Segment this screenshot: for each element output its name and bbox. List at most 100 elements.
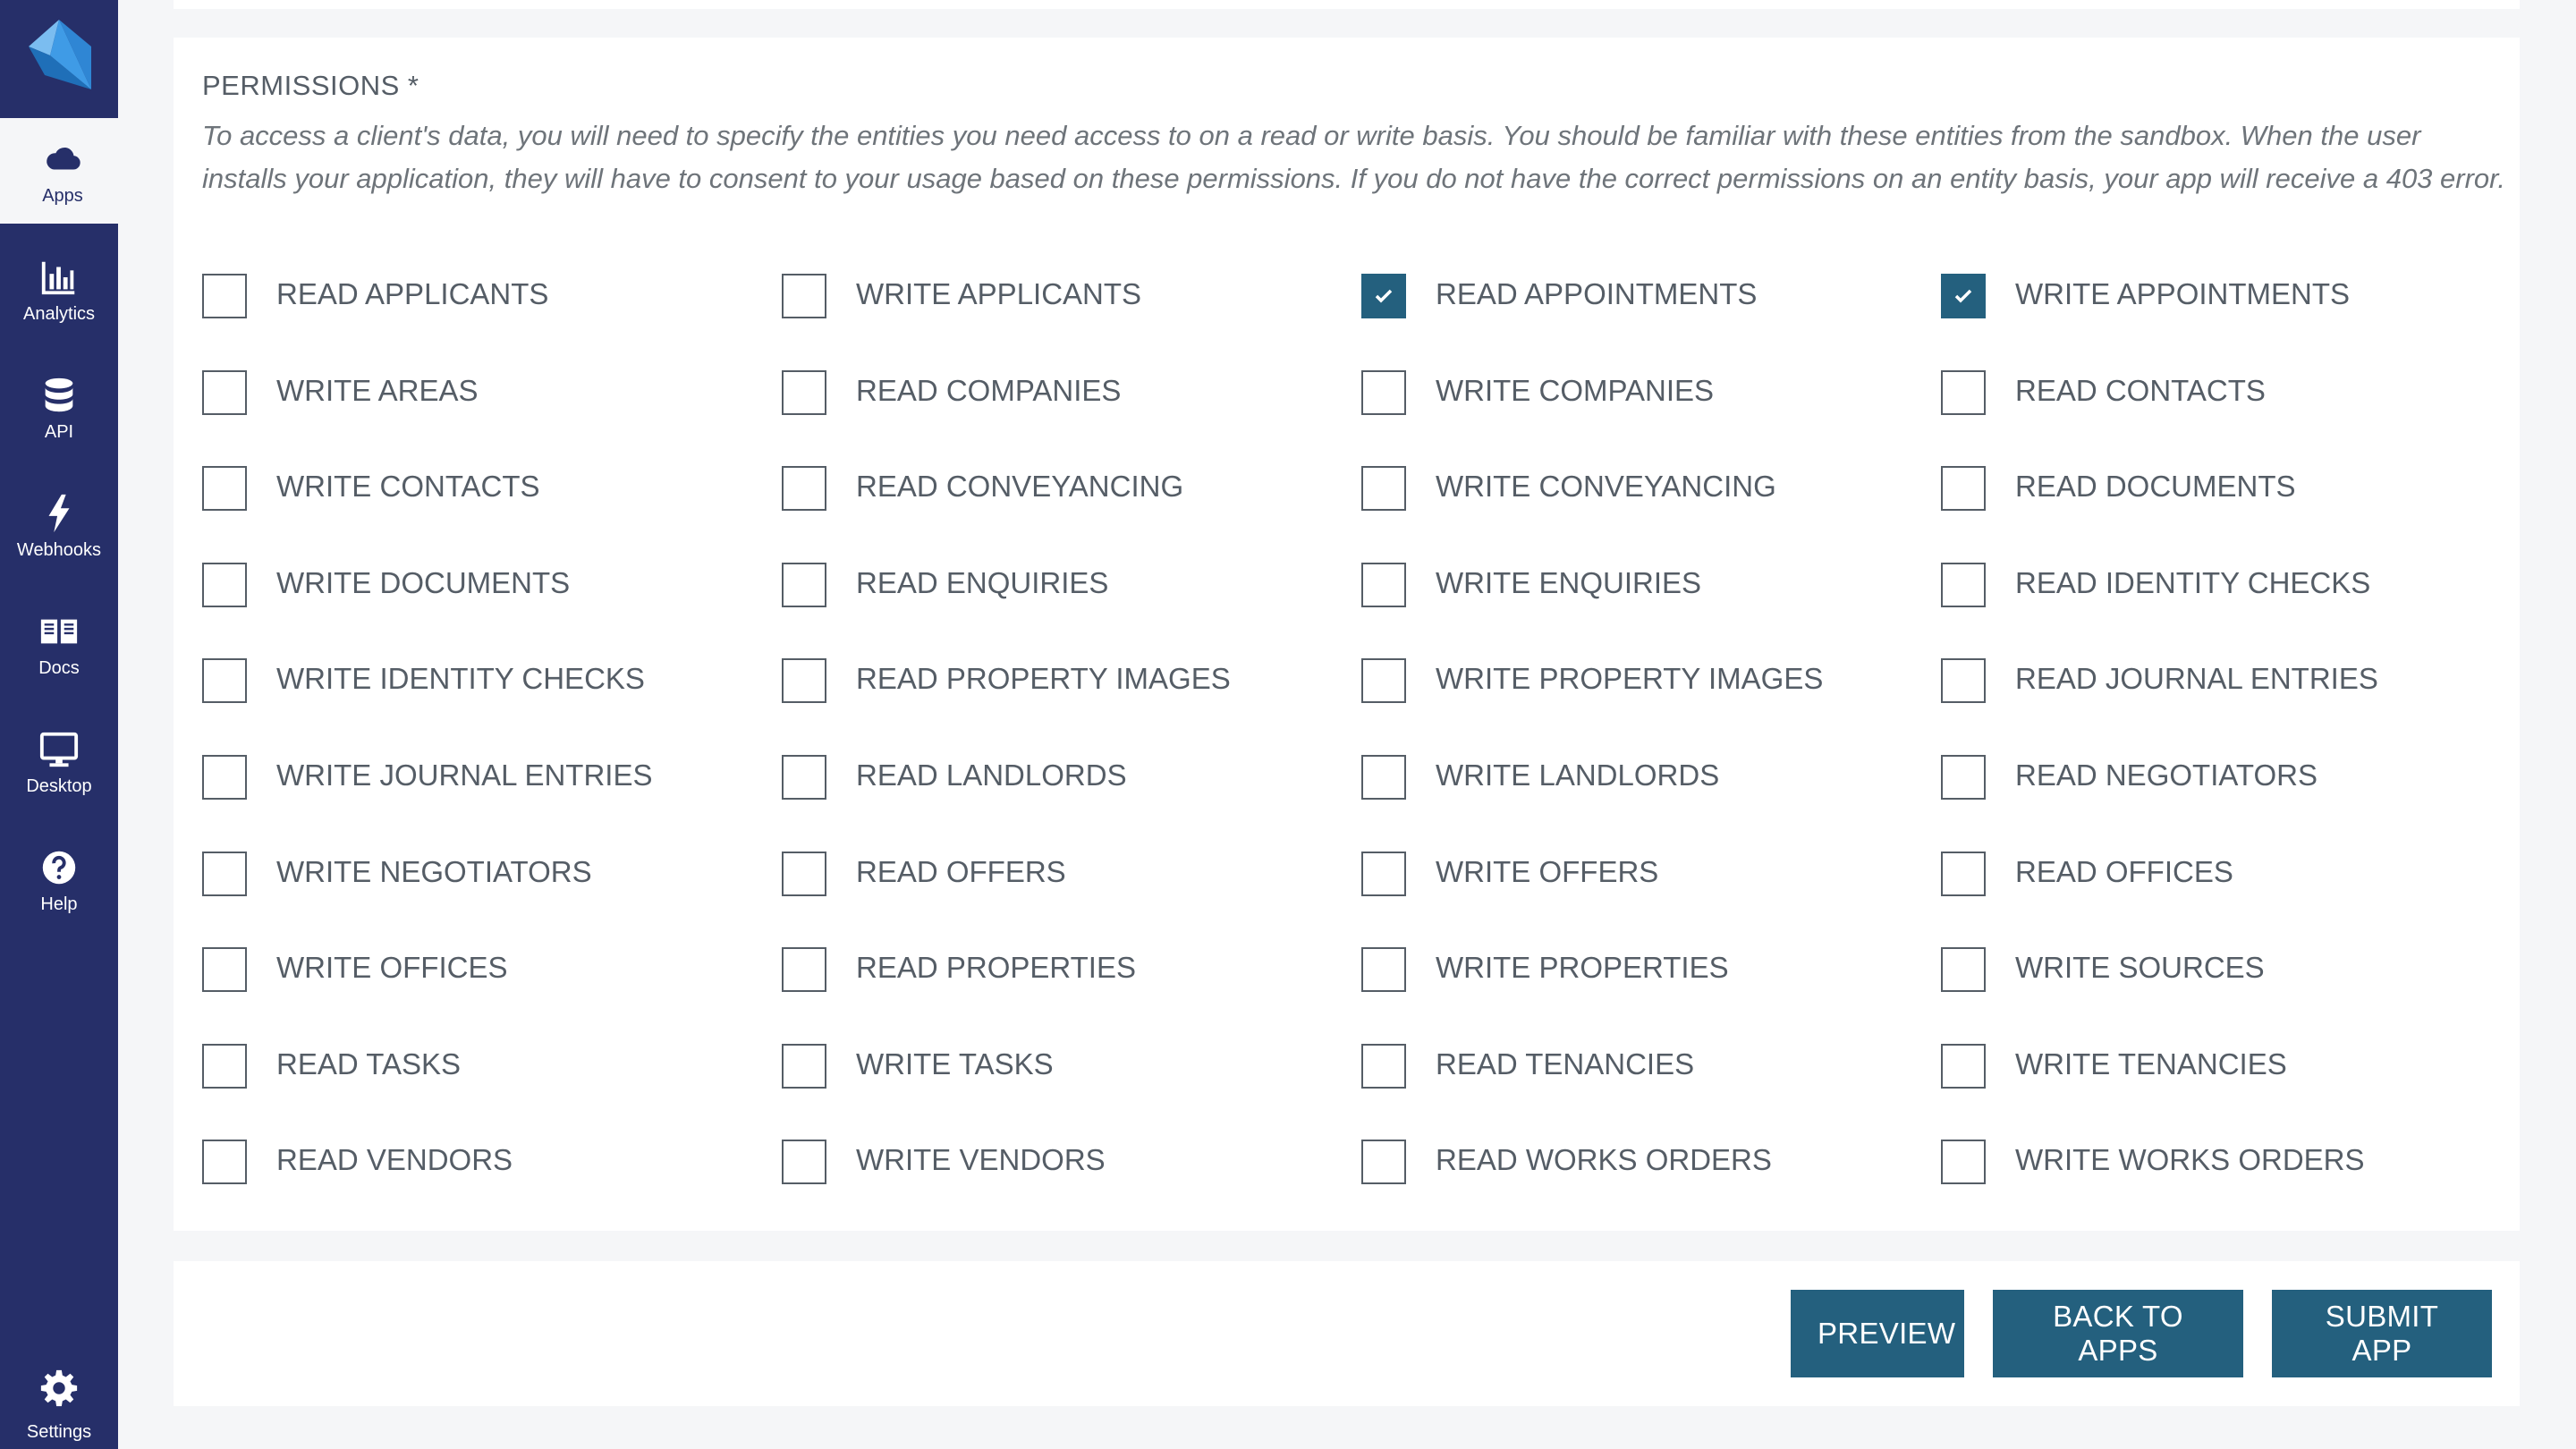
permission-label: WRITE SOURCES <box>2015 951 2265 985</box>
permission-option[interactable]: READ CONVEYANCING <box>782 464 1361 561</box>
permission-checkbox[interactable] <box>202 754 247 800</box>
permission-option[interactable]: WRITE ENQUIRIES <box>1361 561 1941 657</box>
permission-label: WRITE COMPANIES <box>1436 373 1715 407</box>
permission-option[interactable]: READ CONTACTS <box>1941 369 2521 465</box>
permission-option[interactable]: READ JOURNAL ENTRIES <box>1941 657 2521 753</box>
permission-option[interactable]: READ VENDORS <box>202 1138 782 1234</box>
permission-option[interactable]: READ OFFERS <box>782 850 1361 946</box>
permission-checkbox[interactable] <box>1941 274 1986 318</box>
permission-checkbox[interactable] <box>782 947 826 993</box>
cloud-icon <box>4 140 122 179</box>
permission-checkbox[interactable] <box>782 369 826 415</box>
permission-option[interactable]: READ WORKS ORDERS <box>1361 1138 1941 1234</box>
permission-option[interactable]: READ COMPANIES <box>782 369 1361 465</box>
permission-option[interactable]: WRITE APPLICANTS <box>782 272 1361 369</box>
permission-option[interactable]: READ DOCUMENTS <box>1941 464 2521 561</box>
permission-option[interactable]: WRITE PROPERTIES <box>1361 945 1941 1042</box>
permission-option[interactable]: WRITE WORKS ORDERS <box>1941 1138 2521 1234</box>
permission-checkbox[interactable] <box>202 466 247 512</box>
permission-checkbox[interactable] <box>1361 274 1406 318</box>
permission-option[interactable]: WRITE COMPANIES <box>1361 369 1941 465</box>
permission-checkbox[interactable] <box>782 274 826 318</box>
permission-option[interactable]: WRITE VENDORS <box>782 1138 1361 1234</box>
submit-app-button[interactable]: SUBMIT APP <box>2272 1290 2492 1377</box>
permission-checkbox[interactable] <box>202 851 247 896</box>
sidebar-item-docs[interactable]: Docs <box>0 590 118 696</box>
permission-checkbox[interactable] <box>1361 754 1406 800</box>
permission-checkbox[interactable] <box>782 1140 826 1185</box>
permission-checkbox[interactable] <box>1941 658 1986 704</box>
permission-checkbox[interactable] <box>202 562 247 607</box>
sidebar-item-apps[interactable]: Apps <box>0 118 122 224</box>
permission-checkbox[interactable] <box>202 274 247 318</box>
permission-option[interactable]: WRITE SOURCES <box>1941 945 2521 1042</box>
permission-option[interactable]: READ APPLICANTS <box>202 272 782 369</box>
permission-option[interactable]: WRITE TENANCIES <box>1941 1042 2521 1139</box>
permission-option[interactable]: WRITE IDENTITY CHECKS <box>202 657 782 753</box>
permission-checkbox[interactable] <box>1361 1140 1406 1185</box>
permission-checkbox[interactable] <box>1361 1043 1406 1089</box>
back-to-apps-button[interactable]: BACK TO APPS <box>1993 1290 2243 1377</box>
permission-checkbox[interactable] <box>1361 562 1406 607</box>
permission-checkbox[interactable] <box>782 562 826 607</box>
permission-checkbox[interactable] <box>782 1043 826 1089</box>
permission-checkbox[interactable] <box>1941 562 1986 607</box>
permission-option[interactable]: WRITE CONVEYANCING <box>1361 464 1941 561</box>
permission-checkbox[interactable] <box>782 466 826 512</box>
permission-option[interactable]: WRITE OFFICES <box>202 945 782 1042</box>
sidebar-item-api[interactable]: API <box>0 354 118 460</box>
permission-option[interactable]: READ TASKS <box>202 1042 782 1139</box>
permission-checkbox[interactable] <box>1361 466 1406 512</box>
permission-option[interactable]: WRITE LANDLORDS <box>1361 753 1941 850</box>
preview-button[interactable]: PREVIEW <box>1791 1290 1964 1377</box>
permission-option[interactable]: WRITE NEGOTIATORS <box>202 850 782 946</box>
permission-option[interactable]: READ LANDLORDS <box>782 753 1361 850</box>
permission-checkbox[interactable] <box>1941 754 1986 800</box>
permission-checkbox[interactable] <box>1941 947 1986 993</box>
permission-checkbox[interactable] <box>1941 1043 1986 1089</box>
permission-option[interactable]: WRITE PROPERTY IMAGES <box>1361 657 1941 753</box>
permission-checkbox[interactable] <box>1941 851 1986 896</box>
permission-checkbox[interactable] <box>202 947 247 993</box>
permission-checkbox[interactable] <box>202 658 247 704</box>
permission-option[interactable]: READ PROPERTIES <box>782 945 1361 1042</box>
permission-checkbox[interactable] <box>1361 658 1406 704</box>
permission-option[interactable]: WRITE APPOINTMENTS <box>1941 272 2521 369</box>
sidebar-item-analytics[interactable]: Analytics <box>0 236 118 342</box>
permission-option[interactable]: WRITE AREAS <box>202 369 782 465</box>
permission-label: READ OFFERS <box>856 854 1066 888</box>
permission-option[interactable]: READ TENANCIES <box>1361 1042 1941 1139</box>
permission-option[interactable]: READ OFFICES <box>1941 850 2521 946</box>
permission-option[interactable]: READ NEGOTIATORS <box>1941 753 2521 850</box>
permission-checkbox[interactable] <box>1361 851 1406 896</box>
permission-checkbox[interactable] <box>202 369 247 415</box>
permission-checkbox[interactable] <box>1941 369 1986 415</box>
permission-label: READ LANDLORDS <box>856 758 1127 792</box>
permission-checkbox[interactable] <box>1941 1140 1986 1185</box>
permission-option[interactable]: READ IDENTITY CHECKS <box>1941 561 2521 657</box>
permission-option[interactable]: READ PROPERTY IMAGES <box>782 657 1361 753</box>
sidebar-item-desktop[interactable]: Desktop <box>0 708 118 814</box>
permission-checkbox[interactable] <box>782 754 826 800</box>
sidebar-item-help[interactable]: Help <box>0 826 118 932</box>
sidebar-item-settings[interactable]: Settings <box>0 1343 118 1449</box>
permission-option[interactable]: WRITE DOCUMENTS <box>202 561 782 657</box>
permission-checkbox[interactable] <box>1941 466 1986 512</box>
permission-checkbox[interactable] <box>202 1043 247 1089</box>
sidebar: Apps Analytics API Webhooks Docs Desktop <box>0 0 122 1449</box>
permission-option[interactable]: READ ENQUIRIES <box>782 561 1361 657</box>
permission-checkbox[interactable] <box>1361 947 1406 993</box>
sidebar-item-webhooks[interactable]: Webhooks <box>0 472 118 578</box>
permission-checkbox[interactable] <box>782 851 826 896</box>
permission-checkbox[interactable] <box>782 658 826 704</box>
permission-option[interactable]: WRITE JOURNAL ENTRIES <box>202 753 782 850</box>
permission-option[interactable]: WRITE OFFERS <box>1361 850 1941 946</box>
permission-option[interactable]: READ APPOINTMENTS <box>1361 272 1941 369</box>
permission-option[interactable]: WRITE TASKS <box>782 1042 1361 1139</box>
permission-checkbox[interactable] <box>1361 369 1406 415</box>
permission-option[interactable]: WRITE CONTACTS <box>202 464 782 561</box>
logo-icon[interactable] <box>29 20 91 89</box>
permission-label: WRITE CONVEYANCING <box>1436 470 1776 504</box>
permission-label: READ VENDORS <box>276 1143 513 1177</box>
permission-checkbox[interactable] <box>202 1140 247 1185</box>
